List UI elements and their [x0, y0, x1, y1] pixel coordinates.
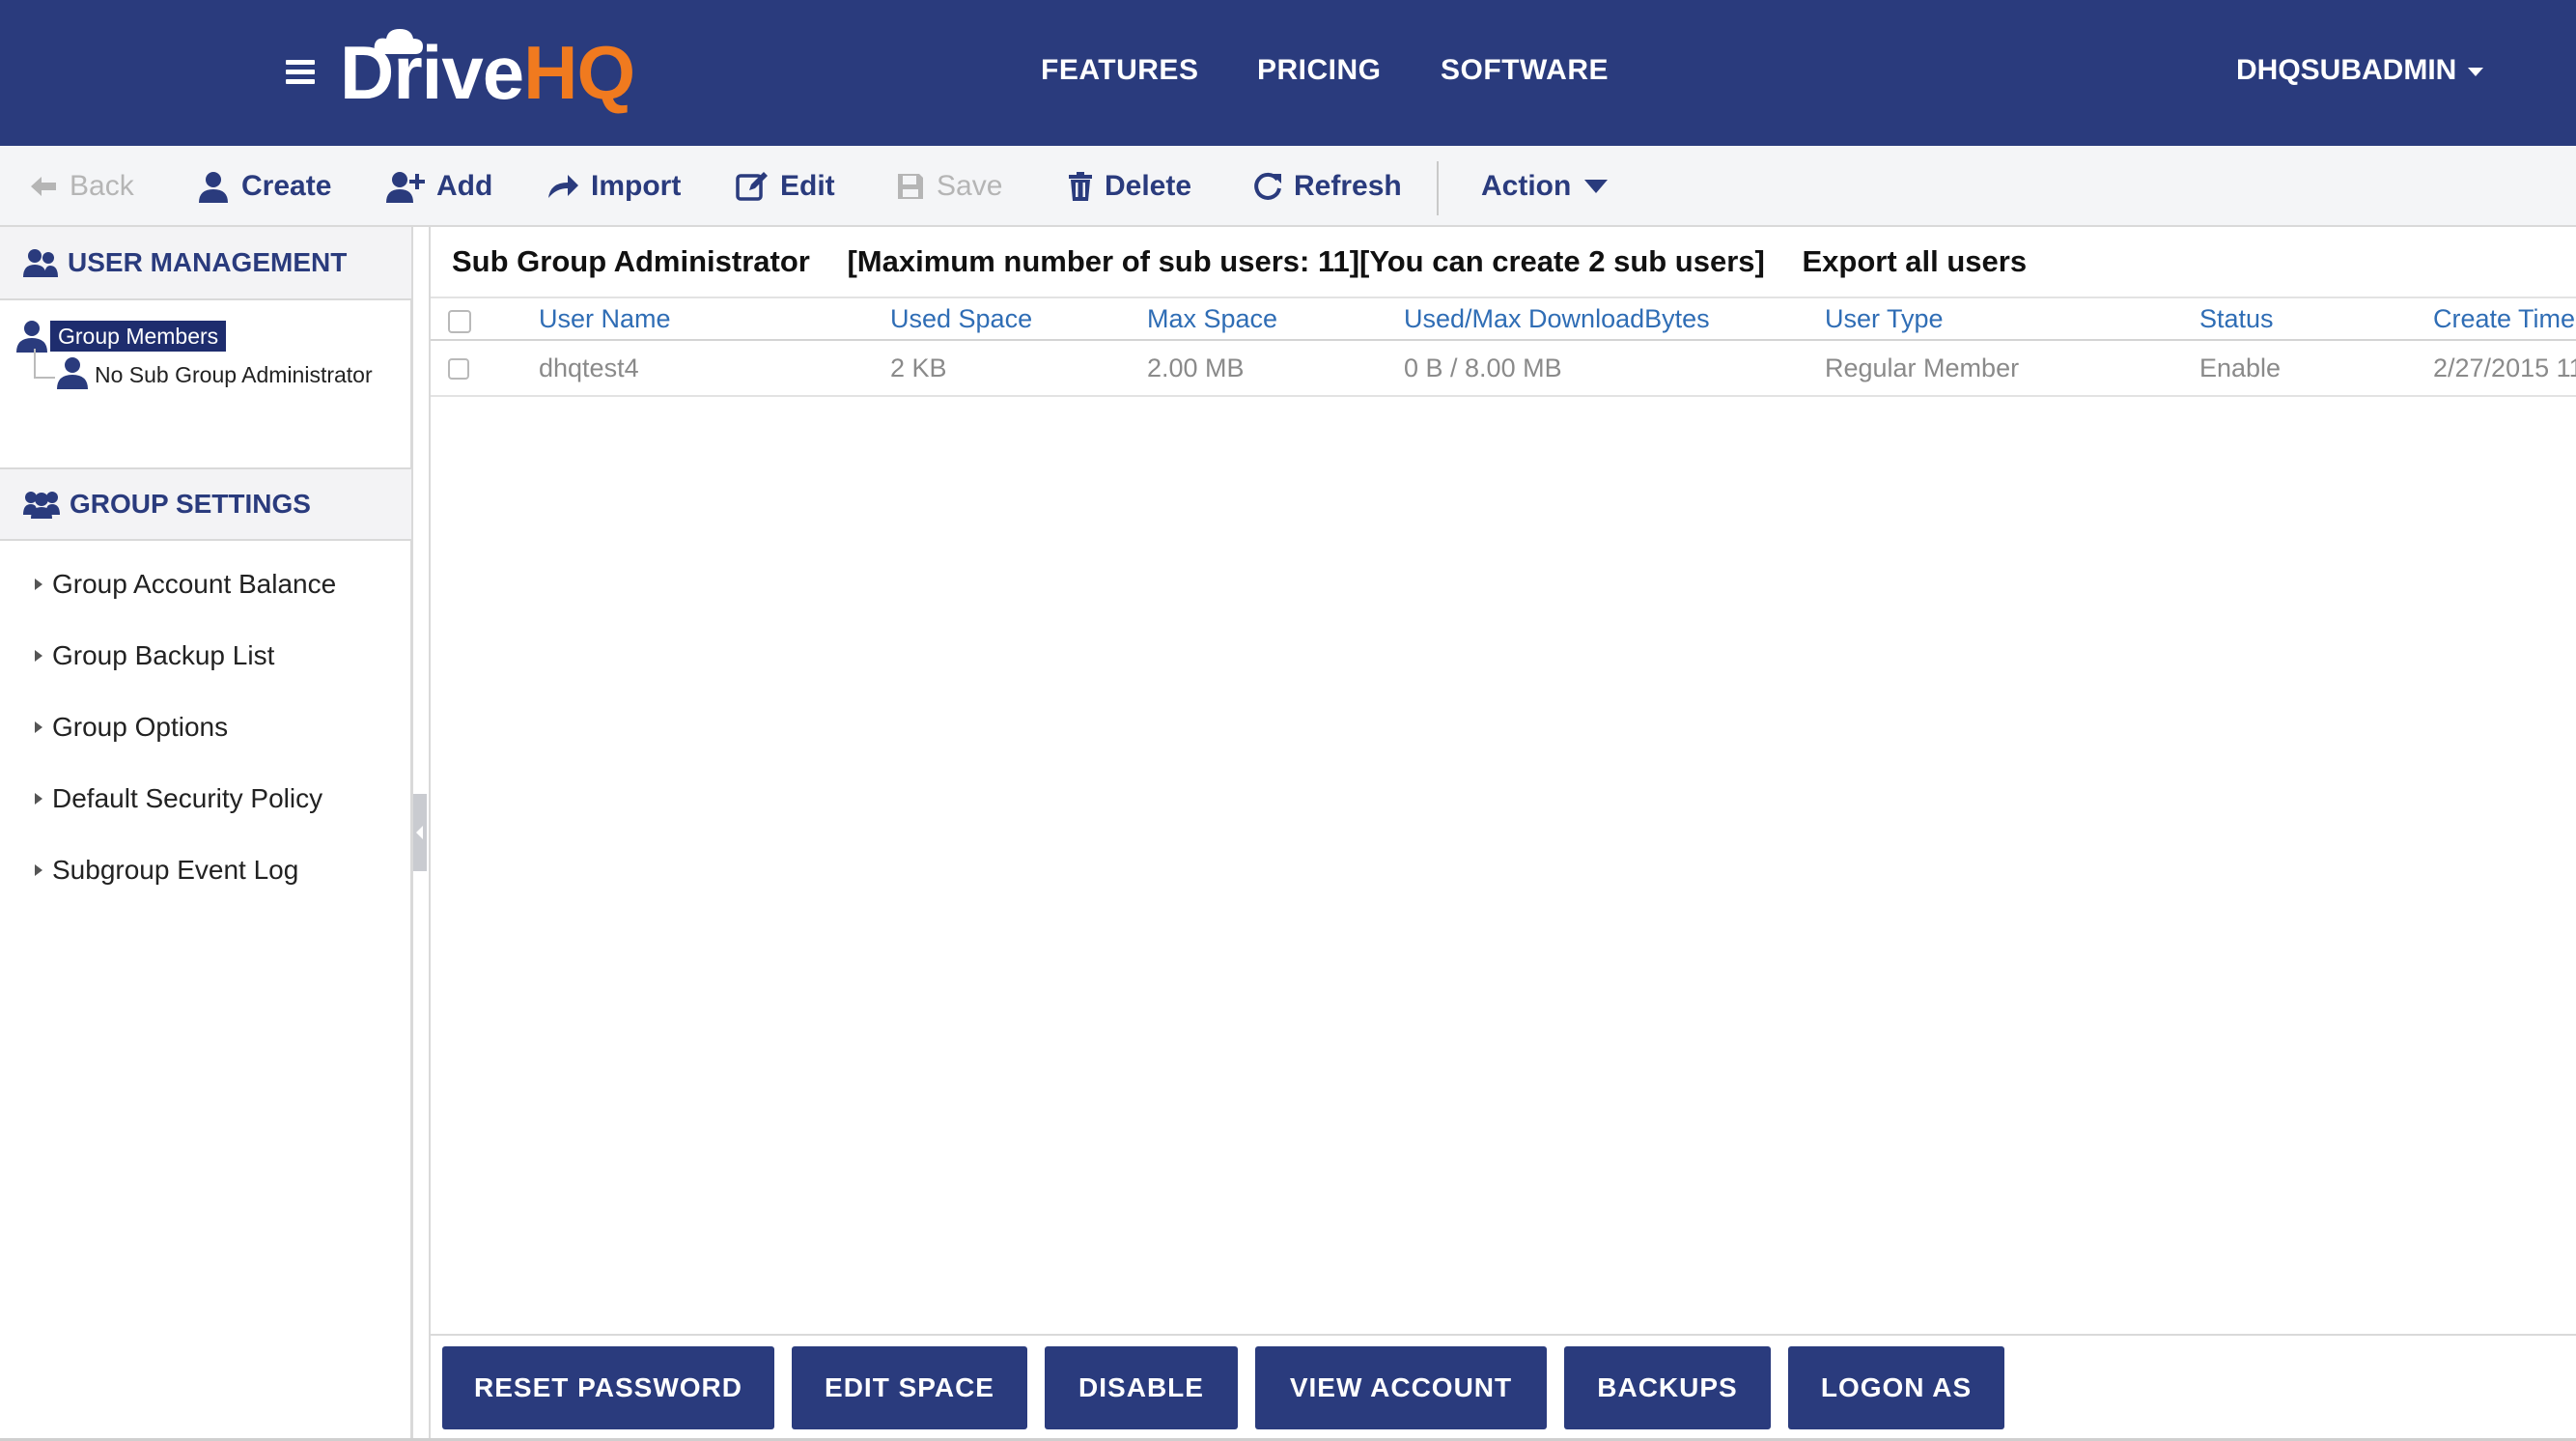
group-settings-header: GROUP SETTINGS: [0, 467, 411, 541]
disable-button[interactable]: DISABLE: [1045, 1346, 1238, 1429]
triangle-right-icon: [35, 864, 42, 876]
triangle-right-icon: [35, 793, 42, 805]
refresh-button[interactable]: Refresh: [1253, 169, 1402, 204]
user-icon: [16, 321, 47, 353]
tree-node-group-members[interactable]: Group Members: [50, 321, 227, 352]
triangle-right-icon: [35, 650, 42, 662]
triangle-right-icon: [35, 579, 42, 590]
add-label: Add: [436, 170, 493, 202]
cell-used-space: 2 KB: [890, 353, 947, 382]
sub-user-limit-text: [Maximum number of sub users: 11][You ca…: [847, 244, 1765, 278]
cell-create-time: 2/27/2015 11: [2433, 353, 2576, 382]
hamburger-menu-icon[interactable]: [286, 60, 315, 84]
column-download-bytes[interactable]: Used/Max DownloadBytes: [1404, 304, 1710, 334]
delete-button[interactable]: Delete: [1068, 169, 1191, 204]
top-navigation-bar: DriveHQ FEATURES PRICING SOFTWARE DHQSUB…: [0, 0, 2576, 146]
sidebar: USER MANAGEMENT Group Members No Sub Gro…: [0, 227, 413, 1441]
nav-pricing[interactable]: PRICING: [1257, 54, 1382, 87]
view-account-button[interactable]: VIEW ACCOUNT: [1255, 1346, 1547, 1429]
back-button[interactable]: Back: [29, 169, 134, 204]
page-title-text: Sub Group Administrator: [452, 244, 810, 278]
export-all-users-link[interactable]: Export all users: [1802, 244, 2027, 278]
cell-user-name: dhqtest4: [539, 353, 639, 382]
edit-label: Edit: [780, 170, 835, 202]
column-status[interactable]: Status: [2199, 304, 2274, 334]
save-label: Save: [937, 170, 1003, 202]
nav-features[interactable]: FEATURES: [1041, 54, 1198, 87]
action-dropdown[interactable]: Action: [1481, 169, 1609, 204]
settings-item-label: Subgroup Event Log: [52, 855, 299, 885]
tree-connector: [34, 377, 55, 379]
delete-label: Delete: [1105, 170, 1192, 202]
add-button[interactable]: Add: [386, 169, 492, 204]
group-icon: [23, 492, 60, 519]
triangle-right-icon: [35, 721, 42, 733]
logo-drive-text: Drive: [340, 30, 524, 115]
chevron-down-icon: [2468, 67, 2484, 76]
refresh-icon: [1254, 172, 1281, 200]
save-button[interactable]: Save: [896, 169, 1002, 204]
toolbar-divider: [1437, 161, 1439, 215]
cell-max-space: 2.00 MB: [1147, 353, 1245, 382]
settings-item-group-options[interactable]: Group Options: [35, 712, 228, 743]
row-checkbox[interactable]: [448, 358, 469, 380]
settings-item-label: Group Options: [52, 712, 229, 742]
settings-item-default-security-policy[interactable]: Default Security Policy: [35, 783, 322, 814]
settings-item-group-account-balance[interactable]: Group Account Balance: [35, 569, 336, 600]
import-label: Import: [591, 170, 682, 202]
user-menu[interactable]: DHQSUBADMIN: [2236, 54, 2484, 87]
edit-space-button[interactable]: EDIT SPACE: [792, 1346, 1027, 1429]
column-user-type[interactable]: User Type: [1825, 304, 1944, 334]
settings-item-group-backup-list[interactable]: Group Backup List: [35, 640, 274, 671]
column-used-space[interactable]: Used Space: [890, 304, 1032, 334]
settings-item-label: Default Security Policy: [52, 783, 323, 813]
reset-password-button[interactable]: RESET PASSWORD: [442, 1346, 774, 1429]
floppy-disk-icon: [898, 174, 923, 199]
tree-connector: [34, 349, 36, 378]
user-icon: [199, 172, 228, 203]
users-icon: [23, 249, 58, 277]
edit-button[interactable]: Edit: [736, 169, 835, 204]
logon-as-button[interactable]: LOGON AS: [1788, 1346, 2004, 1429]
user-icon: [57, 357, 88, 389]
user-management-header: USER MANAGEMENT: [0, 227, 411, 300]
refresh-label: Refresh: [1294, 170, 1402, 202]
sidebar-collapse-handle[interactable]: [413, 794, 427, 871]
cell-download-bytes: 0 B / 8.00 MB: [1404, 353, 1562, 382]
table-header: User Name Used Space Max Space Used/Max …: [431, 297, 2576, 341]
tree-node-no-sub-admin[interactable]: No Sub Group Administrator: [95, 360, 373, 389]
main-panel: Sub Group Administrator [Maximum number …: [429, 227, 2576, 1441]
nav-software[interactable]: SOFTWARE: [1441, 54, 1609, 87]
select-all-checkbox[interactable]: [448, 310, 471, 333]
back-label: Back: [70, 170, 134, 202]
user-name: DHQSUBADMIN: [2236, 54, 2457, 86]
create-label: Create: [241, 170, 332, 202]
drivehq-logo[interactable]: DriveHQ: [340, 29, 635, 116]
settings-item-label: Group Account Balance: [52, 569, 337, 599]
arrow-left-icon: [31, 177, 56, 196]
trash-icon: [1069, 172, 1092, 201]
settings-item-subgroup-event-log[interactable]: Subgroup Event Log: [35, 855, 298, 886]
settings-item-label: Group Backup List: [52, 640, 275, 670]
page-title: Sub Group Administrator [Maximum number …: [452, 244, 2056, 279]
backups-button[interactable]: BACKUPS: [1564, 1346, 1771, 1429]
cell-user-type: Regular Member: [1825, 353, 2020, 382]
share-arrow-icon: [548, 175, 578, 198]
edit-icon: [736, 172, 768, 201]
toolbar: Back Create Add Import Edit Save Delete …: [0, 146, 2576, 227]
action-bar-divider: [431, 1334, 2576, 1336]
user-plus-icon: [386, 172, 425, 203]
column-user-name[interactable]: User Name: [539, 304, 671, 334]
caret-down-icon: [1584, 180, 1609, 193]
logo-hq-text: HQ: [523, 30, 635, 115]
import-button[interactable]: Import: [546, 169, 681, 204]
action-label: Action: [1481, 170, 1572, 202]
user-management-title: USER MANAGEMENT: [68, 247, 348, 277]
cell-status: Enable: [2199, 353, 2282, 382]
table-row[interactable]: dhqtest4 2 KB 2.00 MB 0 B / 8.00 MB Regu…: [431, 341, 2576, 397]
column-create-time[interactable]: Create Time: [2433, 304, 2575, 334]
group-settings-title: GROUP SETTINGS: [70, 489, 311, 519]
column-max-space[interactable]: Max Space: [1147, 304, 1277, 334]
create-button[interactable]: Create: [197, 169, 331, 204]
